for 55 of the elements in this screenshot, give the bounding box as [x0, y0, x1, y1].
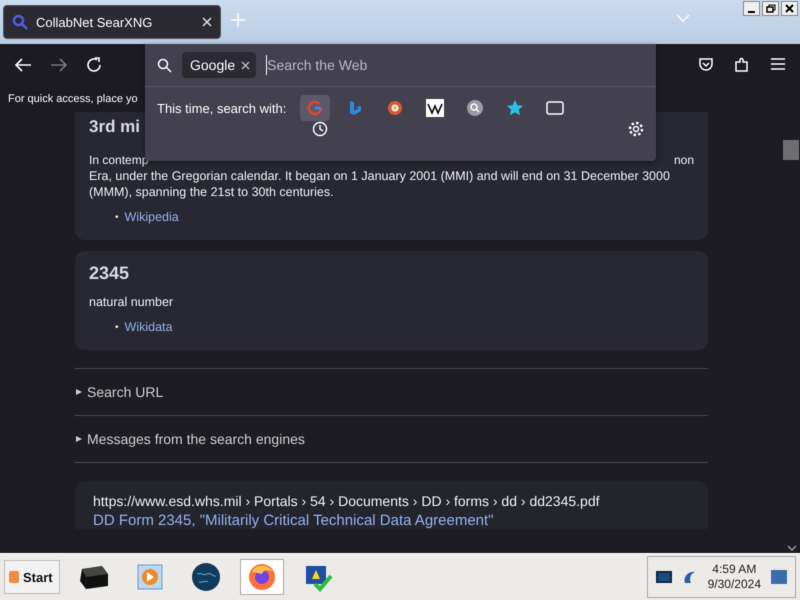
collapsible-section[interactable]: Messages from the search engines	[75, 415, 708, 462]
scrollbar-thumb[interactable]	[783, 140, 799, 160]
infobox-text: In contemp	[89, 152, 148, 168]
bullet: •	[115, 321, 119, 335]
collapsible-section[interactable]: Search URL	[75, 368, 708, 415]
clock-date: 9/30/2024	[708, 577, 761, 592]
firefox-icon	[246, 562, 277, 592]
start-button[interactable]: Start	[4, 560, 60, 594]
tab-outline-icon	[546, 101, 564, 115]
search-icon	[12, 14, 28, 30]
disk-drive-icon	[78, 563, 110, 591]
infobox-text: non	[674, 152, 694, 168]
restore-icon	[766, 4, 776, 13]
result-url: https://www.esd.whs.mil › Portals › 54 › Documents › DD › forms › dd › dd2345.pdf	[93, 493, 601, 509]
search-icon	[157, 58, 172, 72]
menu-icon[interactable]	[770, 57, 786, 71]
infobox-title: 3rd mi	[89, 117, 140, 137]
minimize-icon	[748, 10, 755, 12]
infobox-text: natural number	[89, 295, 174, 309]
pocket-icon[interactable]	[698, 57, 714, 73]
infobox-title: 2345	[89, 263, 130, 284]
google-logo-icon	[307, 100, 324, 116]
clock-time: 4:59 AM	[712, 562, 756, 577]
search-field[interactable]: Search the Web	[266, 55, 644, 75]
search-with-label: This time, search with:	[157, 100, 286, 116]
chevron-down-icon[interactable]	[787, 545, 797, 551]
result-title-link[interactable]: DD Form 2345, "Militarily Critical Technical Data Agreement"	[93, 512, 494, 529]
puzzle-piece-icon[interactable]	[734, 57, 750, 73]
close-icon	[785, 4, 794, 13]
globe-icon	[190, 562, 221, 592]
star-icon	[506, 99, 524, 117]
bullet: •	[115, 211, 119, 225]
back-arrow-icon[interactable]	[14, 57, 32, 73]
engine-chip[interactable]: Google	[182, 52, 256, 78]
windows-logo-icon	[9, 571, 19, 583]
infobox-link[interactable]: Wikidata	[124, 320, 172, 336]
monitor-icon[interactable]	[656, 571, 672, 583]
settings-icon[interactable]	[628, 121, 644, 137]
duck-logo-icon	[387, 100, 404, 116]
bing-logo-icon	[348, 100, 362, 116]
close-icon[interactable]	[202, 17, 212, 27]
forward-arrow-icon[interactable]	[50, 57, 68, 73]
wikipedia-w-icon	[426, 99, 444, 117]
bookmarks-bar-hint: For quick access, place yo	[8, 93, 138, 105]
magnifier-circle-icon	[466, 99, 484, 117]
infobox-link[interactable]: Wikipedia	[124, 210, 179, 226]
close-icon[interactable]	[241, 60, 250, 70]
close-button[interactable]	[781, 1, 798, 16]
play-window-icon	[136, 563, 164, 591]
reload-icon[interactable]	[86, 57, 102, 73]
infobox-text: Era, under the Gregorian calendar. It began on 1 January 2001 (MMI) and will end on 31 December 3000 (MMM), spanning the 21st to 30th centuries.	[89, 168, 671, 200]
browser-tab[interactable]: CollabNet SearXNG	[3, 5, 221, 39]
minimize-button[interactable]	[743, 1, 760, 16]
restore-button[interactable]	[762, 1, 779, 16]
clock-icon[interactable]	[312, 121, 328, 137]
